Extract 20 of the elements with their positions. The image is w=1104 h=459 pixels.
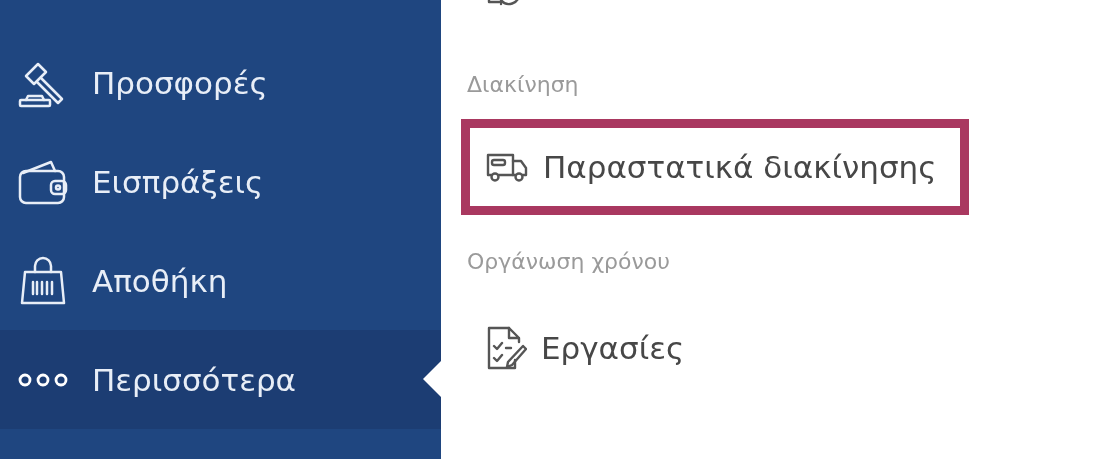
sidebar-item[interactable]: Εισπράξεις <box>0 132 441 231</box>
checklist-icon <box>485 326 527 370</box>
more-icon <box>17 371 69 388</box>
sidebar-item[interactable]: Αποθήκη <box>0 231 441 330</box>
sidebar-item-label: Αποθήκη <box>92 262 228 299</box>
sidebar-item-label: Προσφορές <box>92 64 268 101</box>
section-heading: Διακίνηση <box>466 71 580 99</box>
section-heading: Οργάνωση χρόνου <box>466 248 671 276</box>
shopping-bag-icon <box>19 255 67 306</box>
sidebar-item[interactable]: Περισσότερα <box>0 330 441 429</box>
sidebar-item-label: Εισπράξεις <box>92 163 264 200</box>
pointer-icon <box>423 361 441 397</box>
menu-item[interactable]: Παραστατικά διακίνησης <box>461 119 970 215</box>
sidebar-item-label: Περισσότερα <box>92 361 297 398</box>
menu-item-label: Εργασίες <box>541 330 685 366</box>
sidebar-item[interactable]: Προσφορές <box>0 33 441 132</box>
truck-icon <box>485 151 529 183</box>
menu-item[interactable]: Εργασίες <box>461 296 709 400</box>
wallet-icon <box>17 158 69 205</box>
menu-item-label: Παραστατικά διακίνησης <box>543 149 937 185</box>
